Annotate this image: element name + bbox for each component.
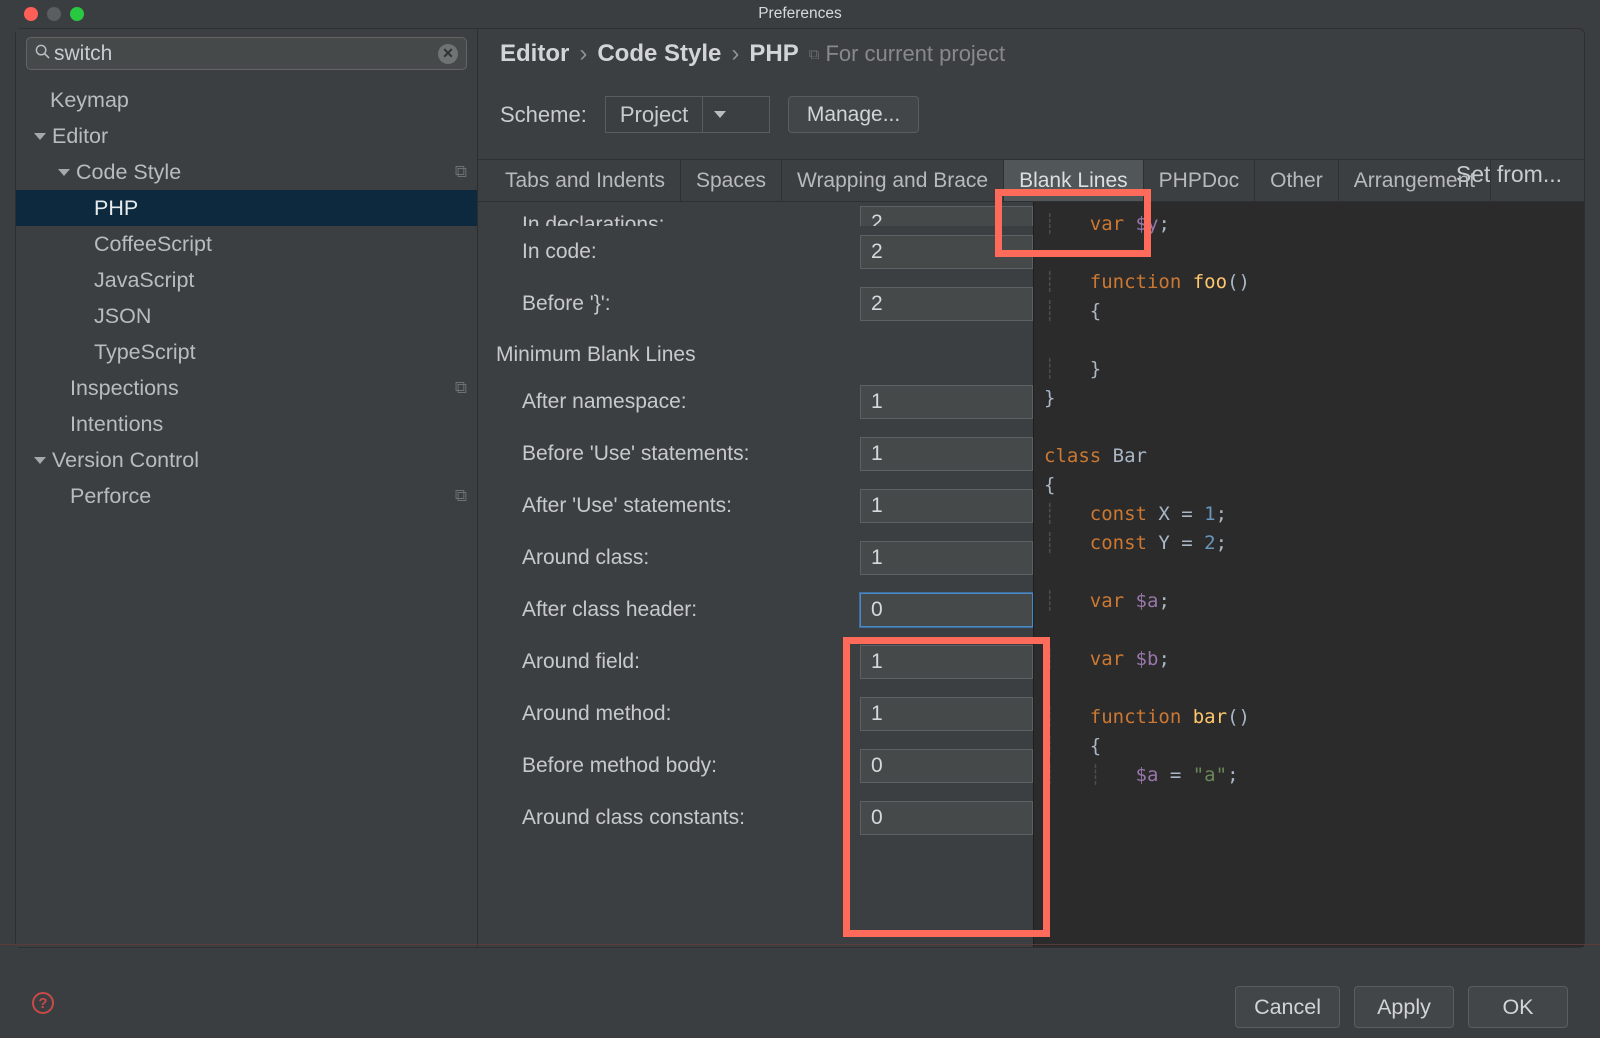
setting-label: Around field: <box>490 647 860 677</box>
setting-input-after-use-statements[interactable] <box>860 489 1033 523</box>
sidebar-item-code-style[interactable]: Code Style⧉ <box>16 154 477 190</box>
tab-other[interactable]: Other <box>1255 160 1339 201</box>
sidebar-item-label: Inspections <box>70 376 455 401</box>
setting-label: After class header: <box>490 595 860 625</box>
setting-input-before-use-statements[interactable] <box>860 437 1033 471</box>
sidebar-item-label: CoffeeScript <box>94 232 467 257</box>
chevron-down-icon <box>714 111 726 118</box>
dialog-footer: ? Cancel Apply OK <box>0 944 1600 1038</box>
setting-row: Around class constants: <box>490 792 1033 844</box>
preferences-sidebar: ✕ KeymapEditorCode Style⧉PHPCoffeeScript… <box>16 29 478 947</box>
sidebar-item-php[interactable]: PHP <box>16 190 477 226</box>
clear-search-icon[interactable]: ✕ <box>438 44 458 64</box>
code-style-tabs: Tabs and IndentsSpacesWrapping and Brace… <box>478 159 1584 202</box>
setting-label: Before method body: <box>490 751 860 781</box>
scheme-dropdown-button[interactable] <box>702 97 736 132</box>
setting-row: In code: <box>490 226 1033 278</box>
sidebar-item-json[interactable]: JSON <box>16 298 477 334</box>
chevron-down-icon <box>34 457 46 464</box>
sidebar-item-label: PHP <box>94 196 467 221</box>
sidebar-item-keymap[interactable]: Keymap <box>16 82 477 118</box>
tab-blank-lines[interactable]: Blank Lines <box>1004 160 1144 201</box>
search-icon <box>35 44 50 64</box>
setting-row: Around class: <box>490 532 1033 584</box>
setting-row: Before method body: <box>490 740 1033 792</box>
sidebar-item-typescript[interactable]: TypeScript <box>16 334 477 370</box>
window-title: Preferences <box>15 5 1585 23</box>
sidebar-item-coffeescript[interactable]: CoffeeScript <box>16 226 477 262</box>
setting-row: Around field: <box>490 636 1033 688</box>
breadcrumb-hint: For current project <box>825 41 1005 67</box>
scheme-select[interactable]: Project <box>605 96 770 133</box>
setting-label: Around class: <box>490 543 860 573</box>
setting-row: Before 'Use' statements: <box>490 428 1033 480</box>
sidebar-item-label: JSON <box>94 304 467 329</box>
help-button[interactable]: ? <box>32 992 54 1014</box>
sidebar-item-label: Perforce <box>70 484 455 509</box>
sidebar-item-label: TypeScript <box>94 340 467 365</box>
setting-label: Before 'Use' statements: <box>490 439 860 469</box>
copy-settings-icon[interactable]: ⧉ <box>455 162 467 182</box>
chevron-down-icon <box>58 169 70 176</box>
sidebar-item-editor[interactable]: Editor <box>16 118 477 154</box>
project-scope-icon: ⧉ <box>809 46 820 63</box>
setting-label: In code: <box>490 237 860 267</box>
apply-button[interactable]: Apply <box>1354 986 1454 1028</box>
setting-input-after-namespace[interactable] <box>860 385 1033 419</box>
tab-tabs-and-indents[interactable]: Tabs and Indents <box>490 160 681 201</box>
code-preview: ┊ var $y; ┊ function foo() ┊ { ┊ } } cla… <box>1033 202 1584 947</box>
setting-row: After 'Use' statements: <box>490 480 1033 532</box>
manage-scheme-button[interactable]: Manage... <box>788 96 919 133</box>
setting-input-before-method-body[interactable] <box>860 749 1033 783</box>
search-box[interactable]: ✕ <box>26 37 467 70</box>
breadcrumb: Editor › Code Style › PHP ⧉ For current … <box>500 40 1562 68</box>
setting-input[interactable] <box>860 287 1033 321</box>
setting-row: After class header: <box>490 584 1033 636</box>
sidebar-item-javascript[interactable]: JavaScript <box>16 262 477 298</box>
scheme-value: Project <box>606 102 702 128</box>
setting-label: After namespace: <box>490 387 860 417</box>
setting-label: Around class constants: <box>490 803 860 833</box>
sidebar-item-label: Code Style <box>76 160 455 185</box>
cancel-button[interactable]: Cancel <box>1235 986 1340 1028</box>
ok-button[interactable]: OK <box>1468 986 1568 1028</box>
search-input[interactable] <box>54 42 438 66</box>
tab-wrapping-and-brace[interactable]: Wrapping and Brace <box>782 160 1004 201</box>
setting-input-after-class-header[interactable] <box>860 593 1033 627</box>
setting-row: Around method: <box>490 688 1033 740</box>
sidebar-item-label: JavaScript <box>94 268 467 293</box>
breadcrumb-segment: PHP <box>749 40 798 68</box>
setting-input-around-class-constants[interactable] <box>860 801 1033 835</box>
setting-input-around-field[interactable] <box>860 645 1033 679</box>
setting-label: After 'Use' statements: <box>490 491 860 521</box>
breadcrumb-segment: Code Style <box>597 40 721 68</box>
sidebar-item-version-control[interactable]: Version Control <box>16 442 477 478</box>
sidebar-item-label: Editor <box>52 124 467 149</box>
chevron-down-icon <box>34 133 46 140</box>
copy-settings-icon[interactable]: ⧉ <box>455 378 467 398</box>
setting-row: After namespace: <box>490 376 1033 428</box>
section-header: Minimum Blank Lines <box>490 330 1033 376</box>
setting-input[interactable] <box>860 235 1033 269</box>
setting-input-around-method[interactable] <box>860 697 1033 731</box>
breadcrumb-segment: Editor <box>500 40 569 68</box>
setting-label: Before '}': <box>490 289 860 319</box>
tab-phpdoc[interactable]: PHPDoc <box>1144 160 1256 201</box>
tab-arrangement[interactable]: Arrangement <box>1339 160 1491 201</box>
setting-label: In declarations: <box>490 210 860 226</box>
sidebar-item-label: Keymap <box>50 88 467 113</box>
sidebar-item-intentions[interactable]: Intentions <box>16 406 477 442</box>
setting-label: Around method: <box>490 699 860 729</box>
scheme-label: Scheme: <box>500 102 587 128</box>
setting-input-in-declarations[interactable] <box>860 206 1033 226</box>
sidebar-item-inspections[interactable]: Inspections⧉ <box>16 370 477 406</box>
copy-settings-icon[interactable]: ⧉ <box>455 486 467 506</box>
sidebar-item-perforce[interactable]: Perforce⧉ <box>16 478 477 514</box>
sidebar-item-label: Version Control <box>52 448 467 473</box>
tab-spaces[interactable]: Spaces <box>681 160 782 201</box>
setting-input-around-class[interactable] <box>860 541 1033 575</box>
sidebar-item-label: Intentions <box>70 412 467 437</box>
setting-row: Before '}': <box>490 278 1033 330</box>
